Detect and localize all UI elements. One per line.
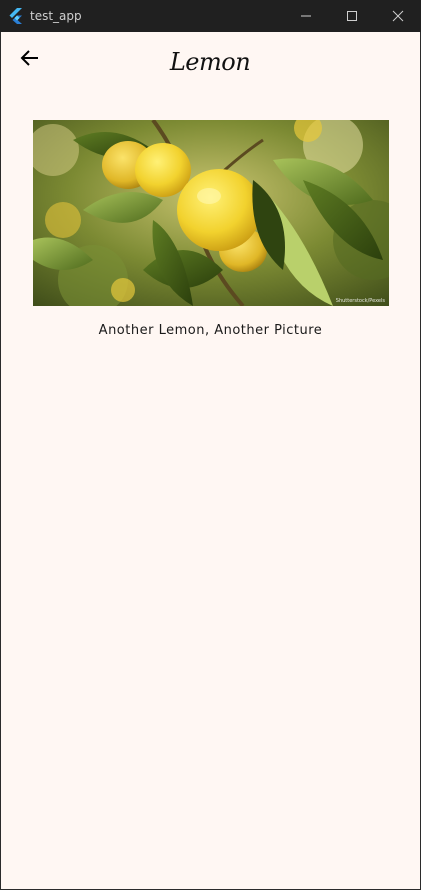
close-icon: [392, 7, 404, 26]
image-watermark: Shutterstock/Pexels: [336, 298, 386, 304]
minimize-button[interactable]: [283, 0, 329, 32]
minimize-icon: [300, 7, 312, 26]
window-titlebar[interactable]: test_app: [0, 0, 421, 32]
app-window: test_app Lemon Shutterstock/Pexels Anoth…: [0, 0, 421, 890]
image-caption: Another Lemon, Another Picture: [98, 323, 323, 338]
back-button[interactable]: [15, 46, 45, 74]
page-title: Lemon: [169, 48, 251, 76]
arrow-left-icon: [20, 49, 40, 71]
flutter-logo-icon: [9, 8, 23, 24]
maximize-icon: [346, 7, 358, 26]
page-content: Lemon Shutterstock/Pexels Another Lemon,…: [1, 32, 420, 889]
lemon-photo: Shutterstock/Pexels: [33, 120, 389, 306]
close-button[interactable]: [375, 0, 421, 32]
maximize-button[interactable]: [329, 0, 375, 32]
window-title: test_app: [30, 9, 82, 23]
